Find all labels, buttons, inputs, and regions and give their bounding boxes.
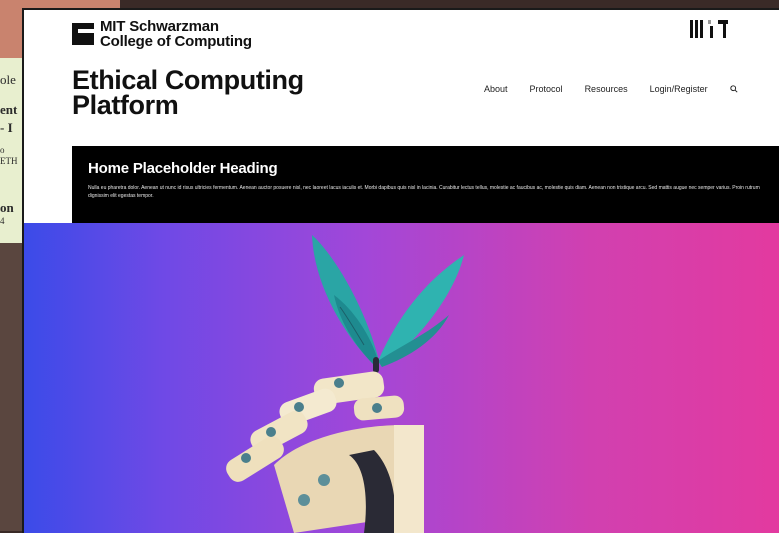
schwarzman-logo[interactable]: MIT Schwarzman College of Computing — [72, 19, 252, 49]
hero-body-text: Nulla eu pharetra dolor. Aenean ut nunc … — [88, 185, 760, 199]
background-text: o — [0, 145, 5, 155]
schwarzman-logo-text: MIT Schwarzman College of Computing — [100, 19, 252, 49]
nav-protocol[interactable]: Protocol — [530, 84, 563, 94]
browser-page: MIT Schwarzman College of Computing Ethi… — [22, 8, 779, 533]
background-text: ETH — [0, 156, 18, 166]
logo-line-1: MIT Schwarzman — [100, 18, 219, 35]
schwarzman-logo-icon — [72, 23, 94, 45]
background-window-panel: ole ent - I o ETH on 4 — [0, 58, 22, 245]
nav-about[interactable]: About — [484, 84, 508, 94]
site-title-line-2: Platform — [72, 90, 179, 120]
background-text: on — [0, 200, 14, 215]
background-text: - I — [0, 120, 13, 135]
logo-line-2: College of Computing — [100, 33, 252, 50]
background-window-strip — [0, 243, 22, 531]
butterfly-icon — [312, 235, 464, 373]
background-text: ole — [0, 72, 16, 87]
nav-login-register[interactable]: Login/Register — [650, 84, 708, 94]
nav-resources[interactable]: Resources — [585, 84, 628, 94]
robot-hand-icon — [226, 371, 424, 533]
site-title[interactable]: Ethical Computing Platform — [72, 67, 304, 120]
hero-heading: Home Placeholder Heading — [88, 160, 278, 177]
robot-hand-butterfly-illustration — [226, 235, 464, 533]
mit-logo-icon[interactable] — [690, 20, 728, 38]
hero-band: Home Placeholder Heading Nulla eu pharet… — [72, 146, 779, 223]
background-text: 4 — [0, 216, 5, 226]
search-icon[interactable] — [729, 85, 738, 93]
background-text: ent — [0, 102, 18, 117]
main-nav: About Protocol Resources Login/Register — [484, 84, 738, 94]
